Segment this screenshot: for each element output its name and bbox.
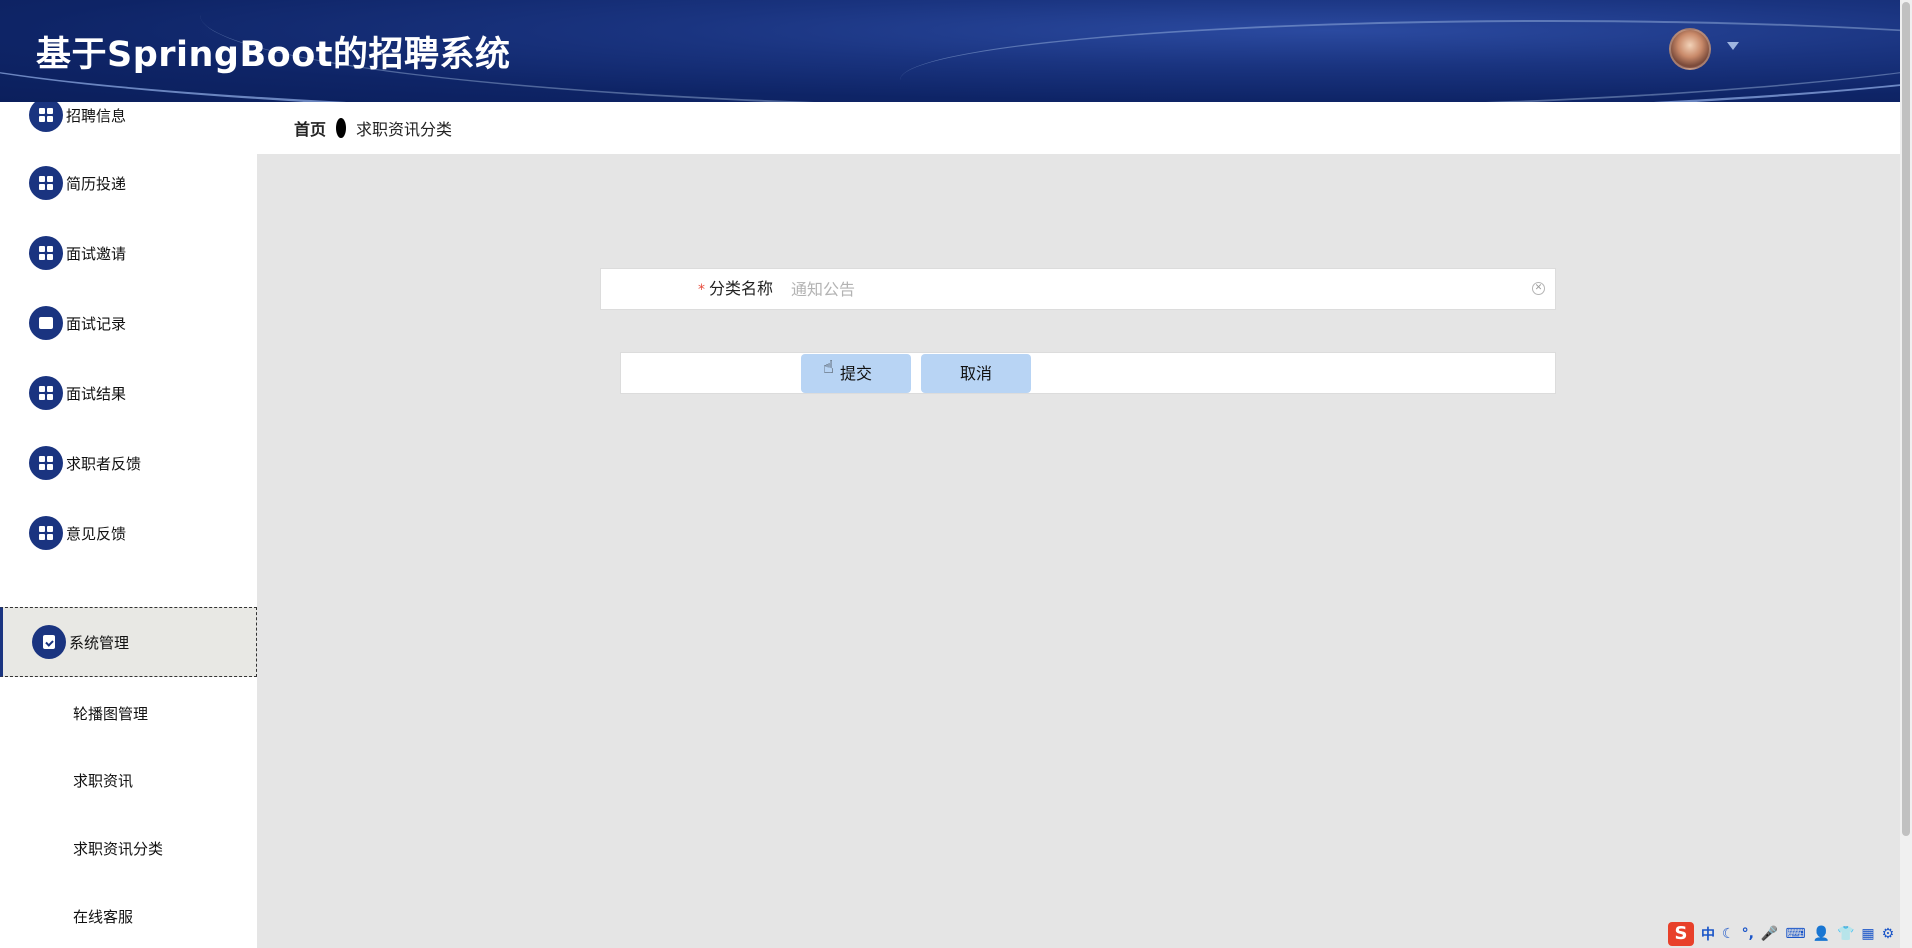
sidebar-item-label: 招聘信息 — [66, 106, 127, 125]
sidebar-item-resume-delivery[interactable]: 简历投递 — [0, 148, 257, 218]
microphone-icon[interactable]: 🎤 — [1761, 926, 1778, 942]
form-actions: 提交 取消 — [620, 352, 1556, 394]
breadcrumb-home[interactable]: 首页 — [294, 116, 326, 140]
required-mark: * — [697, 282, 705, 298]
apps-icon[interactable]: ▦ — [1861, 926, 1874, 942]
ime-logo-icon[interactable]: S — [1668, 922, 1694, 946]
sidebar-item-interview-result[interactable]: 面试结果 — [0, 358, 257, 428]
grid-icon — [29, 446, 63, 480]
punctuation-icon[interactable]: °, — [1742, 926, 1754, 942]
app-header: 基于SpringBoot的招聘系统 — [0, 0, 1900, 102]
cancel-button[interactable]: 取消 — [921, 354, 1031, 393]
sidebar-item-label: 面试结果 — [66, 384, 127, 403]
app-title: 基于SpringBoot的招聘系统 — [36, 35, 511, 75]
grid-icon — [29, 516, 63, 550]
grid-icon — [29, 102, 63, 132]
sidebar-subitem-job-news-category[interactable]: 求职资讯分类 — [0, 820, 257, 876]
sidebar-item-seeker-feedback[interactable]: 求职者反馈 — [0, 428, 257, 498]
skin-icon[interactable]: 👕 — [1837, 926, 1854, 942]
sidebar-item-recruit-info[interactable]: 招聘信息 — [0, 102, 257, 150]
grid-icon — [29, 376, 63, 410]
settings-icon[interactable]: ⚙ — [1882, 926, 1895, 942]
page-scrollbar[interactable] — [1900, 0, 1912, 948]
sidebar-item-label: 系统管理 — [69, 633, 130, 652]
breadcrumb-current: 求职资讯分类 — [356, 120, 453, 139]
sidebar-subitem-carousel[interactable]: 轮播图管理 — [0, 685, 257, 741]
keyboard-icon[interactable]: ⌨ — [1785, 926, 1805, 942]
sidebar-subitem-online-service[interactable]: 在线客服 — [0, 888, 257, 944]
category-name-form-item: *分类名称 ✕ — [600, 268, 1556, 310]
sidebar-item-system-management[interactable]: 系统管理 — [0, 607, 257, 677]
category-name-input[interactable] — [791, 273, 1521, 305]
sidebar-item-interview-record[interactable]: 面试记录 — [0, 288, 257, 358]
grid-icon — [29, 236, 63, 270]
chevron-down-icon[interactable] — [1727, 42, 1739, 50]
breadcrumb: 首页 求职资讯分类 — [257, 102, 1900, 154]
user-avatar[interactable] — [1669, 28, 1711, 70]
grid-icon — [29, 166, 63, 200]
sidebar-item-label: 求职者反馈 — [66, 454, 142, 473]
sidebar: 招聘信息 简历投递 面试邀请 面试记录 面试结果 求职者反馈 意见反馈 系统管理… — [0, 102, 257, 948]
sidebar-item-label: 面试邀请 — [66, 244, 127, 263]
clear-icon[interactable]: ✕ — [1532, 282, 1545, 295]
scrollbar-thumb[interactable] — [1902, 2, 1910, 836]
category-name-label: * 分类名称 — [601, 269, 773, 309]
category-name-label-text: 分类名称 — [708, 279, 773, 298]
sidebar-item-opinion-feedback[interactable]: 意见反馈 — [0, 498, 257, 568]
sidebar-item-interview-invite[interactable]: 面试邀请 — [0, 218, 257, 288]
ime-mode[interactable]: 中 — [1701, 924, 1715, 944]
hand-cursor-icon: ☝ — [823, 357, 834, 378]
sidebar-subitem-job-news[interactable]: 求职资讯 — [0, 752, 257, 808]
clipboard-icon — [32, 625, 66, 659]
submit-button[interactable]: 提交 — [801, 354, 911, 393]
sidebar-item-label: 面试记录 — [66, 314, 127, 333]
sidebar-item-label: 简历投递 — [66, 174, 127, 193]
moon-icon[interactable]: ☾ — [1722, 926, 1735, 942]
breadcrumb-separator-icon — [336, 118, 347, 138]
user-icon[interactable]: 👤 — [1813, 926, 1830, 942]
sidebar-item-label: 意见反馈 — [66, 524, 127, 543]
ime-toolbar: S 中 ☾ °, 🎤 ⌨ 👤 👕 ▦ ⚙ — [1668, 922, 1894, 946]
folder-icon — [29, 306, 63, 340]
